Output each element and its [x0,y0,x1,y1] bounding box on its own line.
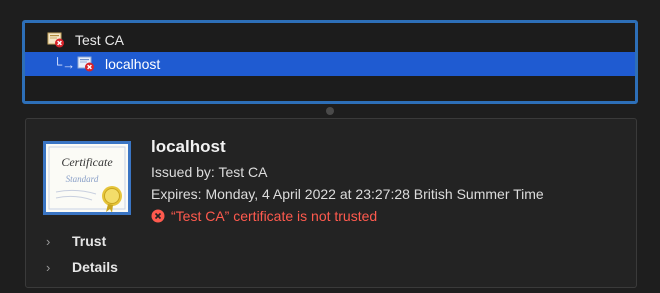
chevron-right-icon: › [46,233,51,249]
trust-warning: “Test CA” certificate is not trusted [151,208,377,224]
trust-label: Trust [72,233,107,249]
certificate-untrusted-icon [47,32,65,48]
certificate-detail-panel: Certificate Standard localhost Issued by… [25,118,637,288]
details-label: Details [72,259,118,275]
certificate-title: localhost [151,137,226,156]
certificate-icon-subtitle: Standard [66,174,99,184]
split-view-handle[interactable] [326,107,334,115]
chevron-right-icon: › [46,259,51,275]
certificate-untrusted-icon [77,56,95,72]
certificate-icon-title: Certificate [61,155,113,169]
certificate-viewer: Test CA └→ localhost Certificate Standar… [0,0,660,293]
certificate-large-icon: Certificate Standard [43,141,131,215]
certificate-chain-list[interactable]: Test CA └→ localhost [22,20,638,104]
expiry-text: Expires: Monday, 4 April 2022 at 23:27:2… [151,186,544,202]
chain-item-label: Test CA [75,32,125,48]
chain-item-localhost[interactable]: └→ localhost [25,52,635,76]
chain-item-label: localhost [105,56,161,72]
details-disclosure[interactable]: › Details [46,259,118,275]
issued-by-text: Issued by: Test CA [151,164,268,180]
tree-branch-icon: └→ [53,56,76,72]
trust-disclosure[interactable]: › Trust [46,233,106,249]
chain-item-test-ca[interactable]: Test CA [25,28,635,52]
error-x-icon [151,209,165,223]
trust-warning-text: “Test CA” certificate is not trusted [171,208,378,224]
